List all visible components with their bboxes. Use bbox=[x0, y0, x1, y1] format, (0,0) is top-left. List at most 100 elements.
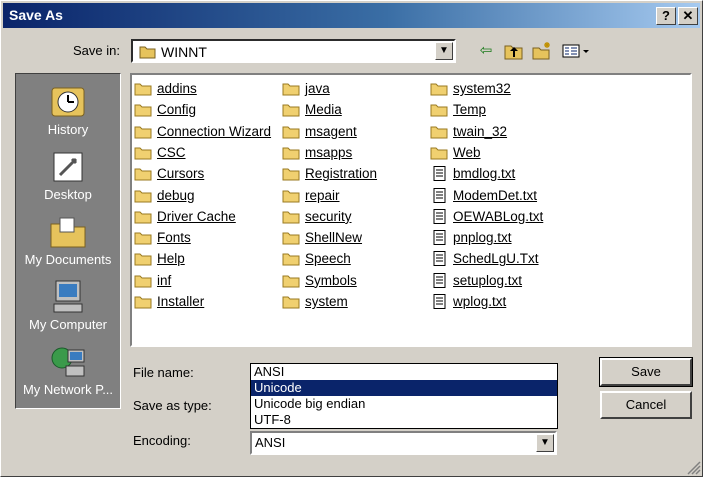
file-list-item-name: system32 bbox=[453, 81, 511, 96]
file-list-item[interactable]: java bbox=[282, 79, 330, 98]
file-list-item-name: Installer bbox=[157, 294, 205, 309]
file-list-item[interactable]: Config bbox=[134, 100, 196, 119]
file-list-item[interactable]: twain_32 bbox=[430, 122, 507, 141]
file-list-item[interactable]: Fonts bbox=[134, 228, 191, 247]
file-list-item[interactable]: CSC bbox=[134, 143, 186, 162]
file-list-item[interactable]: SchedLgU.Txt bbox=[430, 249, 539, 268]
text-file-icon bbox=[433, 294, 446, 309]
file-list[interactable]: addins Config Connection Wizard CSC Cursors d… bbox=[130, 73, 692, 347]
my-network-places-icon bbox=[51, 347, 85, 377]
file-list-item[interactable]: inf bbox=[134, 271, 171, 290]
file-list-item[interactable]: msagent bbox=[282, 122, 357, 141]
file-list-item-name: pnplog.txt bbox=[453, 230, 512, 246]
folder-icon bbox=[282, 83, 300, 96]
window-title: Save As bbox=[9, 7, 63, 23]
encoding-option-ansi[interactable]: ANSI bbox=[251, 364, 557, 380]
file-list-item[interactable]: Media bbox=[282, 100, 342, 119]
file-list-item[interactable]: Speech bbox=[282, 249, 351, 268]
encoding-dropdown-list[interactable]: ANSI Unicode Unicode big endian UTF-8 bbox=[250, 363, 558, 429]
text-file-icon bbox=[433, 208, 446, 224]
file-list-item[interactable]: Symbols bbox=[282, 271, 357, 290]
encoding-option-unicode-big-endian[interactable]: Unicode big endian bbox=[251, 396, 557, 412]
file-list-item[interactable]: Cursors bbox=[134, 164, 204, 183]
save-in-dropdown-button[interactable]: ▼ bbox=[435, 42, 453, 60]
encoding-select[interactable]: ANSI ▼ bbox=[250, 431, 557, 455]
place-label: My Documents bbox=[24, 252, 112, 267]
new-folder-icon[interactable] bbox=[531, 41, 553, 61]
folder-icon bbox=[282, 275, 300, 288]
folder-icon bbox=[134, 211, 152, 224]
file-list-item[interactable]: system bbox=[282, 292, 348, 311]
folder-icon bbox=[282, 190, 300, 202]
folder-icon bbox=[134, 296, 152, 309]
file-list-item[interactable]: ShellNew bbox=[282, 228, 362, 247]
file-list-item[interactable]: msapps bbox=[282, 143, 352, 162]
file-list-item-name: security bbox=[305, 208, 352, 224]
file-list-item[interactable]: bmdlog.txt bbox=[430, 164, 515, 183]
file-list-item[interactable]: Temp bbox=[430, 100, 486, 119]
file-list-item-name: Symbols bbox=[305, 272, 357, 288]
file-list-item-name: Temp bbox=[453, 102, 487, 118]
file-list-item[interactable]: setuplog.txt bbox=[430, 271, 522, 290]
file-list-item-name: bmdlog.txt bbox=[453, 166, 516, 182]
file-list-item[interactable]: security bbox=[282, 207, 352, 226]
close-button[interactable]: ✕ bbox=[678, 7, 698, 25]
file-list-item[interactable]: repair bbox=[282, 186, 340, 205]
place-label: History bbox=[47, 122, 89, 137]
save-button[interactable]: Save bbox=[599, 357, 693, 387]
folder-icon bbox=[134, 83, 152, 96]
title-bar[interactable]: Save As ? ✕ bbox=[3, 3, 700, 28]
resize-grip-icon[interactable] bbox=[685, 459, 701, 475]
file-list-item-name: debug bbox=[157, 187, 195, 203]
up-folder-icon[interactable] bbox=[503, 41, 525, 61]
save-as-dialog: Save As ? ✕ Save in: WINNT ▼ ⇦ History D… bbox=[0, 0, 703, 477]
file-name-label: File name: bbox=[133, 365, 194, 380]
file-list-item-name: SchedLgU.Txt bbox=[453, 251, 539, 267]
encoding-option-unicode[interactable]: Unicode bbox=[251, 380, 557, 396]
place-history[interactable]: History bbox=[16, 84, 120, 137]
back-icon[interactable]: ⇦ bbox=[475, 41, 497, 61]
folder-icon bbox=[134, 104, 152, 117]
file-list-item[interactable]: wplog.txt bbox=[430, 292, 506, 311]
file-list-item-name: ModemDet.txt bbox=[453, 187, 538, 203]
file-list-item[interactable]: OEWABLog.txt bbox=[430, 207, 543, 226]
folder-icon bbox=[134, 168, 152, 181]
my-computer-icon bbox=[53, 280, 83, 313]
place-my-network[interactable]: My Network P... bbox=[16, 344, 120, 397]
place-my-documents[interactable]: My Documents bbox=[16, 214, 120, 267]
file-list-item[interactable]: Connection Wizard bbox=[134, 122, 271, 141]
folder-icon bbox=[430, 126, 448, 139]
encoding-dropdown-button[interactable]: ▼ bbox=[536, 434, 554, 452]
text-file-icon bbox=[433, 272, 446, 288]
folder-icon bbox=[282, 296, 300, 309]
file-list-item[interactable]: Registration bbox=[282, 164, 377, 183]
place-desktop[interactable]: Desktop bbox=[16, 149, 120, 202]
folder-icon bbox=[282, 211, 300, 224]
folder-icon bbox=[134, 275, 152, 288]
file-list-item[interactable]: Driver Cache bbox=[134, 207, 236, 226]
file-list-item-name: Help bbox=[157, 251, 185, 267]
file-list-item[interactable]: Web bbox=[430, 143, 481, 162]
place-label: Desktop bbox=[44, 187, 92, 202]
help-button[interactable]: ? bbox=[656, 7, 676, 25]
file-list-item[interactable]: pnplog.txt bbox=[430, 228, 512, 247]
file-list-item-name: ShellNew bbox=[305, 230, 363, 246]
file-list-item-name: Registration bbox=[305, 166, 378, 182]
file-list-item-name: Connection Wizard bbox=[157, 123, 272, 139]
save-in-label: Save in: bbox=[73, 43, 120, 58]
folder-icon bbox=[282, 232, 300, 245]
file-list-item[interactable]: Installer bbox=[134, 292, 204, 311]
file-list-item[interactable]: debug bbox=[134, 186, 195, 205]
file-list-item[interactable]: addins bbox=[134, 79, 197, 98]
folder-icon bbox=[134, 190, 152, 202]
encoding-option-utf8[interactable]: UTF-8 bbox=[251, 412, 557, 428]
place-my-computer[interactable]: My Computer bbox=[16, 279, 120, 332]
file-list-item[interactable]: ModemDet.txt bbox=[430, 186, 537, 205]
file-list-item-name: Media bbox=[305, 102, 342, 118]
view-menu-icon[interactable] bbox=[561, 41, 591, 61]
file-list-item-name: inf bbox=[157, 272, 172, 288]
save-in-combo[interactable]: WINNT ▼ bbox=[131, 39, 456, 63]
file-list-item[interactable]: Help bbox=[134, 249, 185, 268]
cancel-button[interactable]: Cancel bbox=[600, 391, 692, 419]
file-list-item[interactable]: system32 bbox=[430, 79, 511, 98]
